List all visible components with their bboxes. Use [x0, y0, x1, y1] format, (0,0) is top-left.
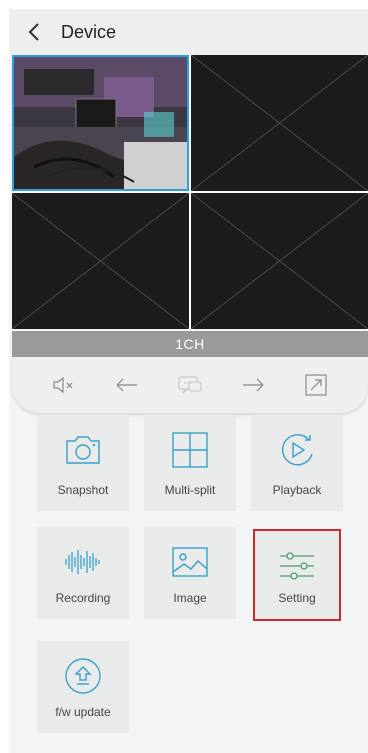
fullscreen-icon: [305, 374, 327, 396]
image-icon: [172, 547, 208, 577]
back-button[interactable]: [9, 9, 59, 55]
video-grid: [12, 55, 368, 329]
grid-split-icon: [172, 432, 208, 468]
redo-arrow-icon: [243, 378, 264, 392]
playback-tile[interactable]: Playback: [251, 415, 343, 511]
sound-wave-icon: [65, 550, 100, 574]
undo-button[interactable]: [110, 368, 144, 402]
setting-tile[interactable]: Setting: [253, 529, 341, 621]
channel-indicator: 1CH: [12, 331, 368, 357]
empty-feed-icon: [191, 193, 368, 329]
setting-label: Setting: [278, 591, 316, 605]
playback-label: Playback: [272, 483, 322, 497]
image-label: Image: [173, 591, 207, 605]
image-tile[interactable]: Image: [144, 527, 236, 619]
multi-split-tile[interactable]: Multi-split: [144, 415, 236, 511]
recording-tile[interactable]: Recording: [37, 527, 129, 619]
page-title: Device: [61, 21, 117, 42]
video-feed-1[interactable]: [12, 55, 189, 191]
snapshot-label: Snapshot: [57, 483, 109, 497]
empty-feed-icon: [191, 55, 368, 191]
chat-bubble-icon: [178, 376, 202, 394]
chevron-left-icon: [28, 23, 39, 41]
speaker-muted-icon: [52, 376, 73, 394]
video-feed-3[interactable]: [12, 193, 189, 329]
multi-split-label: Multi-split: [164, 483, 216, 497]
mute-button[interactable]: [47, 368, 81, 402]
redo-button[interactable]: [236, 368, 270, 402]
upload-icon: [65, 658, 101, 694]
video-feed-4[interactable]: [191, 193, 368, 329]
fw-update-label: f/w update: [55, 705, 111, 719]
sliders-icon: [280, 552, 314, 580]
fw-update-tile[interactable]: f/w update: [37, 641, 129, 733]
recording-label: Recording: [55, 591, 111, 605]
empty-feed-icon: [12, 193, 189, 329]
fullscreen-button[interactable]: [299, 368, 333, 402]
chat-button[interactable]: [173, 368, 207, 402]
top-bar: Device: [9, 9, 368, 55]
snapshot-tile[interactable]: Snapshot: [37, 415, 129, 511]
playback-icon: [281, 434, 313, 466]
undo-arrow-icon: [116, 378, 137, 392]
camera-feed-image: [14, 57, 187, 189]
video-feed-2[interactable]: [191, 55, 368, 191]
playback-controls: [12, 357, 368, 413]
camera-icon: [66, 436, 100, 464]
device-screen: Device 1CH Snapshot Multi-split Playback…: [9, 9, 368, 753]
